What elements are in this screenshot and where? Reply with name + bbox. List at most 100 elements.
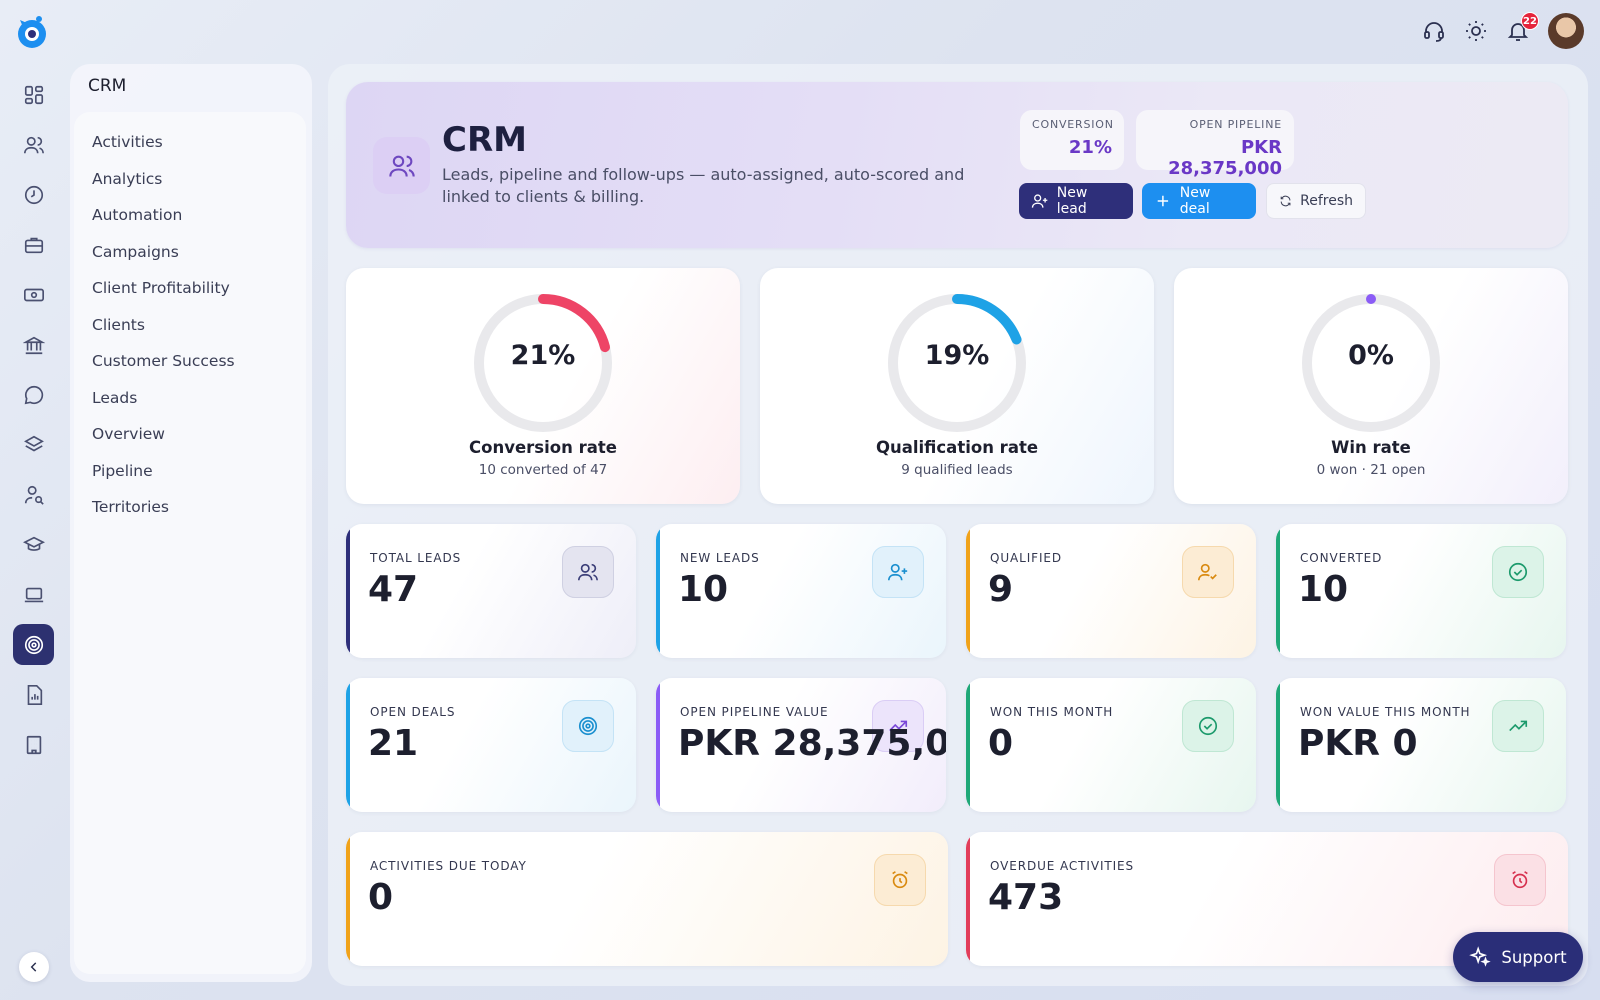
stat-card-open-deals: OPEN DEALS 21 — [346, 678, 636, 812]
plus-icon — [1157, 195, 1169, 207]
subnav-title: CRM — [88, 76, 127, 96]
report-icon[interactable] — [13, 674, 54, 715]
stat-value: PKR 28,375,000 — [678, 723, 946, 764]
stat-card-converted: CONVERTED 10 — [1276, 524, 1566, 658]
stat-value: 10 — [678, 569, 729, 610]
stat-label: TOTAL LEADS — [370, 551, 462, 565]
stat-card-total-leads: TOTAL LEADS 47 — [346, 524, 636, 658]
chevron-left-icon — [30, 962, 37, 972]
stat-card-won-value-this-month: WON VALUE THIS MONTH PKR 0 — [1276, 678, 1566, 812]
gauge-label: Conversion rate — [469, 438, 617, 457]
pipeline-mini-value: PKR 28,375,000 — [1168, 137, 1282, 179]
building-icon[interactable] — [13, 724, 54, 765]
target-icon[interactable] — [13, 624, 54, 665]
crm-subnav: CRM Activities Analytics Automation Camp… — [70, 64, 312, 982]
topbar: 22 — [1422, 12, 1584, 49]
subnav-item-pipeline[interactable]: Pipeline — [74, 453, 306, 490]
stat-label: WON THIS MONTH — [990, 705, 1114, 719]
stat-label: WON VALUE THIS MONTH — [1300, 705, 1471, 719]
alarm-clock-icon — [1494, 854, 1546, 906]
stat-label: ACTIVITIES DUE TODAY — [370, 859, 527, 873]
subnav-item-campaigns[interactable]: Campaigns — [74, 234, 306, 271]
pipeline-mini-label: OPEN PIPELINE — [1189, 118, 1282, 131]
users-icon[interactable] — [13, 124, 54, 165]
user-plus-icon — [872, 546, 924, 598]
bell-icon[interactable]: 22 — [1506, 12, 1539, 43]
user-search-icon[interactable] — [13, 474, 54, 515]
subnav-item-automation[interactable]: Automation — [74, 197, 306, 234]
gauge-percent: 21% — [510, 340, 576, 371]
page-title: CRM — [442, 120, 527, 160]
users-icon — [562, 546, 614, 598]
gauge-percent: 0% — [1348, 340, 1394, 371]
stat-value: 0 — [988, 723, 1014, 764]
trending-up-icon — [1492, 700, 1544, 752]
stat-value: 473 — [988, 877, 1064, 918]
briefcase-icon[interactable] — [13, 224, 54, 265]
stat-card-open-pipeline-value: OPEN PIPELINE VALUE PKR 28,375,000 — [656, 678, 946, 812]
conversion-mini-stat: CONVERSION 21% — [1020, 110, 1124, 170]
pipeline-mini-stat: OPEN PIPELINE PKR 28,375,000 — [1136, 110, 1294, 179]
icon-rail — [0, 0, 66, 1000]
alarm-clock-icon — [874, 854, 926, 906]
layers-icon[interactable] — [13, 424, 54, 465]
support-button[interactable]: Support — [1453, 932, 1583, 982]
sparkles-icon — [1469, 946, 1492, 967]
subnav-item-analytics[interactable]: Analytics — [74, 161, 306, 198]
gauge-label: Qualification rate — [875, 438, 1039, 457]
new-deal-label: New deal — [1179, 185, 1211, 217]
user-check-icon — [1182, 546, 1234, 598]
page-description: Leads, pipeline and follow-ups — auto-as… — [442, 165, 965, 206]
stat-card-activities-due-today: ACTIVITIES DUE TODAY 0 — [346, 832, 948, 966]
bank-icon[interactable] — [13, 324, 54, 365]
gauge-card-win-rate: 0% Win rate 0 won · 21 open — [1174, 268, 1568, 504]
support-label: Support — [1501, 947, 1567, 967]
money-icon[interactable] — [13, 274, 54, 315]
target-icon — [562, 700, 614, 752]
conversion-mini-value: 21% — [1068, 137, 1112, 158]
gauge-card-qualification: 19% Qualification rate 9 qualified leads — [760, 268, 1154, 504]
subnav-list: Activities Analytics Automation Campaign… — [74, 112, 306, 974]
gauge-percent: 19% — [924, 340, 990, 371]
refresh-icon — [1280, 195, 1291, 207]
stat-label: CONVERTED — [1300, 551, 1383, 565]
stat-value: 0 — [368, 877, 394, 918]
gauge-label: Win rate — [1331, 438, 1411, 457]
check-circle-icon — [1182, 700, 1234, 752]
subnav-item-clients[interactable]: Clients — [74, 307, 306, 344]
avatar[interactable] — [1548, 13, 1584, 49]
stat-label: OVERDUE ACTIVITIES — [990, 859, 1135, 873]
gauge-subtext: 10 converted of 47 — [478, 462, 608, 478]
stat-value: 9 — [988, 569, 1014, 610]
stat-card-new-leads: NEW LEADS 10 — [656, 524, 946, 658]
stat-card-won-this-month: WON THIS MONTH 0 — [966, 678, 1256, 812]
users-icon — [373, 137, 430, 194]
subnav-item-activities[interactable]: Activities — [74, 124, 306, 161]
subnav-item-client-profitability[interactable]: Client Profitability — [74, 270, 306, 307]
stat-label: OPEN DEALS — [370, 705, 456, 719]
new-lead-button[interactable]: New lead — [1019, 183, 1133, 219]
refresh-button[interactable]: Refresh — [1266, 183, 1366, 219]
subnav-item-territories[interactable]: Territories — [74, 489, 306, 526]
collapse-sidebar-button[interactable] — [19, 952, 49, 982]
dashboard-icon[interactable] — [13, 74, 54, 115]
app-logo[interactable] — [14, 14, 50, 50]
subnav-item-overview[interactable]: Overview — [74, 416, 306, 453]
subnav-item-customer-success[interactable]: Customer Success — [74, 343, 306, 380]
laptop-icon[interactable] — [13, 574, 54, 615]
user-plus-icon — [1031, 194, 1048, 208]
chat-icon[interactable] — [13, 374, 54, 415]
crm-hero: CRM Leads, pipeline and follow-ups — aut… — [346, 82, 1568, 248]
sun-icon[interactable] — [1464, 19, 1488, 43]
stat-value: PKR 0 — [1298, 723, 1418, 764]
graduation-cap-icon[interactable] — [13, 524, 54, 565]
stat-label: OPEN PIPELINE VALUE — [680, 705, 829, 719]
stat-value: 47 — [368, 569, 419, 610]
headset-icon[interactable] — [1422, 19, 1446, 43]
gauge-subtext: 9 qualified leads — [901, 462, 1013, 478]
stat-label: NEW LEADS — [680, 551, 760, 565]
subnav-item-leads[interactable]: Leads — [74, 380, 306, 417]
new-deal-button[interactable]: New deal — [1142, 183, 1256, 219]
clock-icon[interactable] — [13, 174, 54, 215]
stat-value: 10 — [1298, 569, 1349, 610]
